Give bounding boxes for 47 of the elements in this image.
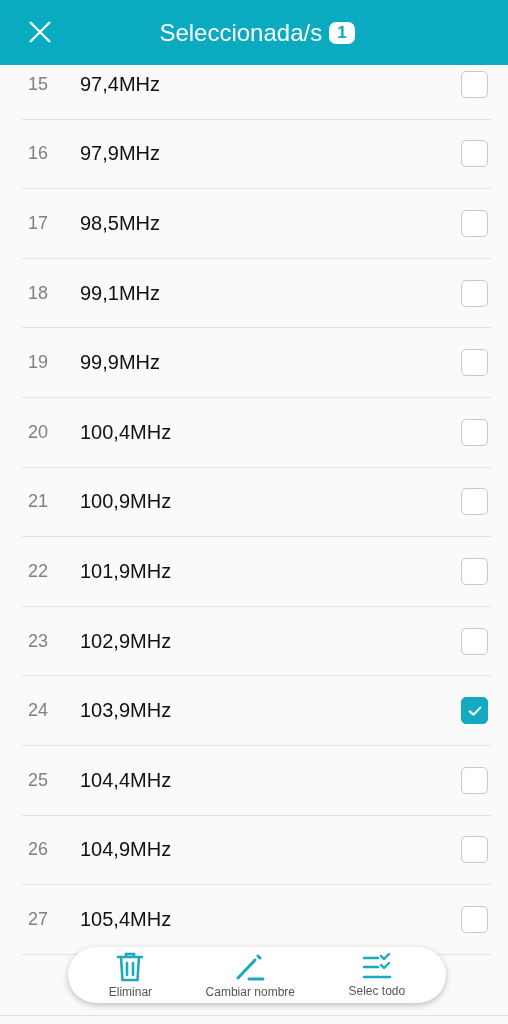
station-number: 23 (27, 630, 50, 652)
checkbox[interactable] (461, 697, 488, 725)
trash-icon (116, 951, 145, 982)
action-button[interactable]: Eliminar (108, 951, 153, 999)
station-number: 21 (27, 491, 50, 513)
station-frequency: 105,4MHz (80, 907, 173, 931)
checkbox[interactable] (461, 836, 488, 864)
station-frequency: 100,9MHz (80, 490, 173, 514)
checkbox[interactable] (461, 418, 488, 446)
checkbox[interactable] (461, 279, 488, 307)
checkbox[interactable] (461, 766, 488, 794)
station-frequency: 98,5MHz (80, 212, 162, 235)
station-number: 24 (27, 700, 50, 722)
station-number: 25 (27, 769, 50, 791)
checkbox[interactable] (461, 210, 488, 237)
station-number: 16 (27, 143, 50, 165)
station-frequency: 104,9MHz (80, 838, 173, 862)
station-number: 15 (27, 73, 50, 95)
checkbox[interactable] (461, 905, 488, 933)
station-frequency: 99,1MHz (80, 281, 162, 305)
action-button[interactable]: Selec todo (348, 952, 406, 998)
checklist-icon (361, 952, 392, 981)
station-frequency: 101,9MHz (80, 559, 173, 583)
station-number: 22 (27, 560, 50, 582)
checkbox[interactable] (461, 140, 488, 168)
checkbox[interactable] (461, 557, 488, 585)
header-title: Seleccionada/s (159, 18, 323, 47)
station-number: 20 (27, 421, 50, 443)
checkbox[interactable] (461, 488, 488, 516)
station-frequency: 104,4MHz (80, 768, 173, 792)
station-number: 27 (27, 908, 50, 930)
station-number: 18 (27, 282, 50, 304)
action-button[interactable]: Cambiar nombre (205, 951, 295, 999)
station-frequency: 100,4MHz (80, 420, 173, 444)
checkbox[interactable] (461, 627, 488, 655)
station-frequency: 99,9MHz (80, 351, 162, 375)
checkbox[interactable] (461, 70, 488, 98)
station-frequency: 97,4MHz (80, 72, 162, 96)
close-icon[interactable] (28, 20, 52, 44)
station-number: 26 (27, 839, 50, 861)
station-number: 19 (27, 352, 50, 374)
station-frequency: 97,9MHz (80, 142, 162, 166)
station-number: 17 (27, 213, 50, 234)
count-badge: 1 (329, 21, 355, 44)
station-frequency: 102,9MHz (80, 629, 173, 653)
station-frequency: 103,9MHz (80, 699, 173, 723)
checkbox[interactable] (461, 349, 488, 377)
